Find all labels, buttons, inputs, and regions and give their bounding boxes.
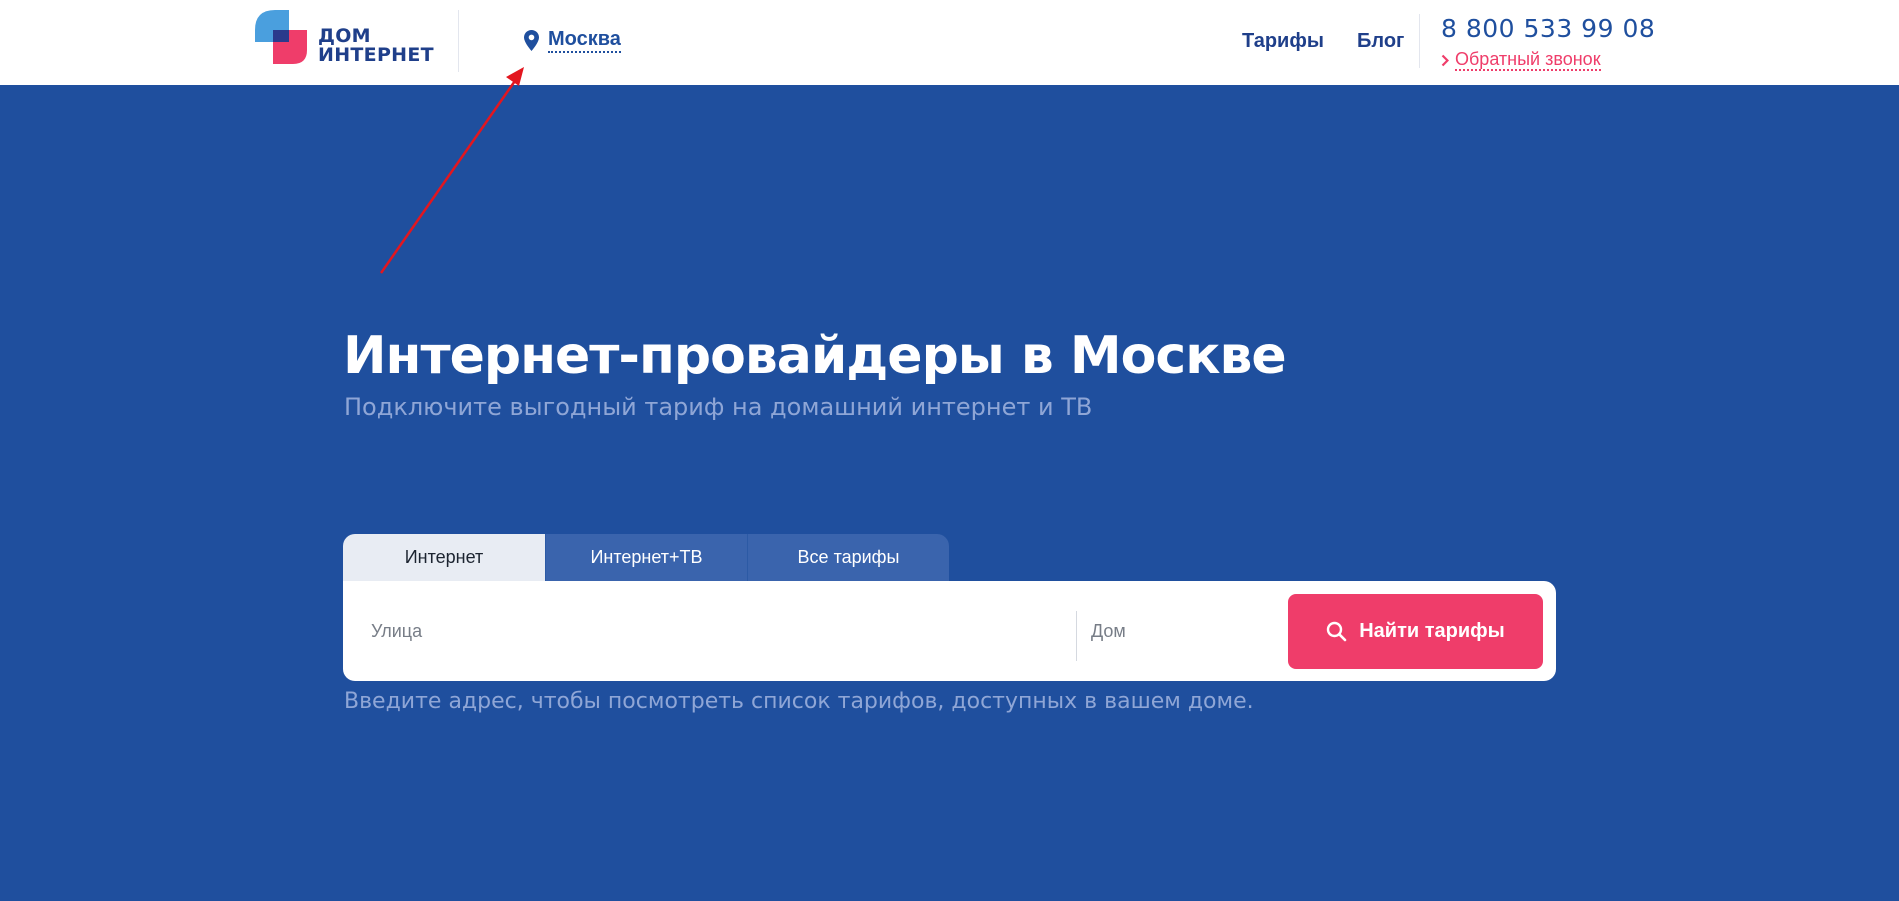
address-hint: Введите адрес, чтобы посмотреть список т… (344, 689, 1254, 714)
callback-label: Обратный звонок (1455, 49, 1601, 71)
street-field-wrapper (371, 581, 1061, 681)
logo-text: ДОМ ИНТЕРНЕТ (318, 27, 434, 65)
find-tariffs-label: Найти тарифы (1359, 620, 1505, 642)
page-subtitle: Подключите выгодный тариф на домашний ин… (344, 393, 1093, 421)
house-field-wrapper (1091, 581, 1276, 681)
site-header: ДОМ ИНТЕРНЕТ Москва Тарифы Блог 8 800 53… (0, 0, 1899, 85)
house-input[interactable] (1091, 620, 1276, 642)
chevron-right-icon (1441, 54, 1449, 66)
city-selector[interactable]: Москва (524, 28, 621, 53)
street-input[interactable] (371, 620, 1061, 642)
tab-internet-tv[interactable]: Интернет+ТВ (545, 534, 747, 581)
search-icon (1327, 621, 1347, 642)
service-tabs: Интернет Интернет+ТВ Все тарифы (343, 534, 949, 581)
logo-text-line2: ИНТЕРНЕТ (318, 44, 434, 66)
city-label: Москва (548, 28, 621, 53)
page-title: Интернет-провайдеры в Москве (343, 326, 1287, 386)
nav-link-tariffs[interactable]: Тарифы (1242, 30, 1324, 53)
annotation-arrow (379, 67, 524, 274)
tab-all-tariffs[interactable]: Все тарифы (747, 534, 949, 581)
callback-link[interactable]: Обратный звонок (1441, 49, 1601, 71)
nav-link-blog[interactable]: Блог (1357, 30, 1404, 53)
tab-internet[interactable]: Интернет (343, 534, 545, 581)
header-divider (1419, 14, 1420, 68)
location-pin-icon (524, 30, 539, 51)
logo[interactable]: ДОМ ИНТЕРНЕТ (255, 10, 440, 66)
logo-mark (255, 10, 307, 64)
address-search-form: Найти тарифы (343, 581, 1556, 681)
header-divider (458, 10, 459, 72)
phone-number[interactable]: 8 800 533 99 08 (1441, 14, 1655, 43)
find-tariffs-button[interactable]: Найти тарифы (1288, 594, 1543, 669)
field-divider (1076, 611, 1077, 661)
